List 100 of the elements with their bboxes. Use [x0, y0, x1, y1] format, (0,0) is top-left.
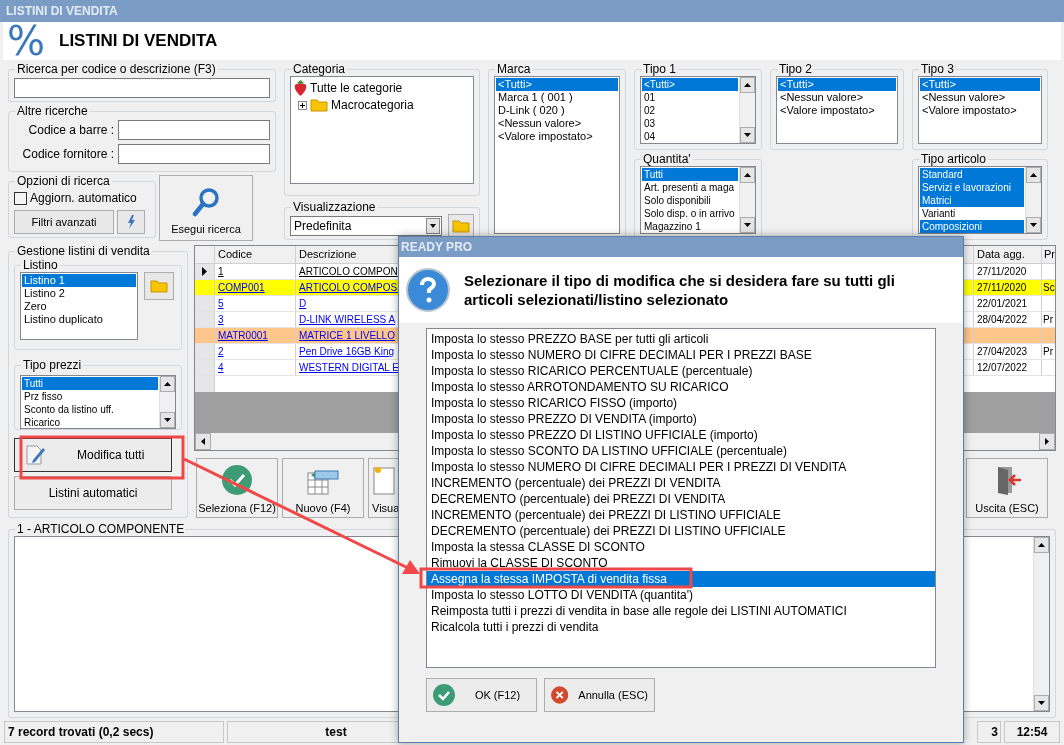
input-field[interactable]	[118, 144, 270, 164]
option-item[interactable]: DECREMENTO (percentuale) dei PREZZI DI VENDITA	[427, 491, 935, 507]
list-box[interactable]: Tutti Prz fisso Sconto da listino uff. Ricarico	[20, 375, 176, 429]
option-item[interactable]: Reimposta tutti i prezzi di vendita in base alle regole dei LISTINI AUTOMATICI	[427, 603, 935, 619]
list-item[interactable]: Tutti	[22, 377, 158, 390]
table-cell[interactable]: D-LINK WIRELESS A	[296, 312, 398, 327]
list-item[interactable]: <Nessun valore>	[496, 117, 618, 130]
tree-item[interactable]: Macrocategoria	[331, 98, 414, 112]
list-item[interactable]: Ricarico	[22, 416, 158, 428]
view-dropdown[interactable]: Predefinita	[290, 216, 442, 236]
list-item[interactable]: Zero	[22, 300, 136, 313]
toolbar-button[interactable]: Nuovo (F4)	[282, 458, 364, 518]
search-field[interactable]	[14, 78, 270, 98]
option-item[interactable]: Imposta la stessa CLASSE DI SCONTO	[427, 539, 935, 555]
table-cell[interactable]: COMP001	[215, 280, 296, 295]
lightning-button[interactable]	[117, 210, 145, 234]
option-item[interactable]: Imposta lo stesso ARROTONDAMENTO SU RICARICO	[427, 379, 935, 395]
column-header[interactable]: Pr	[1041, 246, 1055, 263]
table-cell[interactable]: 1	[215, 264, 296, 279]
list-item[interactable]: Servizi e lavorazioni	[920, 181, 1024, 194]
input-field[interactable]	[118, 120, 270, 140]
checkbox[interactable]	[14, 191, 27, 205]
table-cell[interactable]: 2	[215, 344, 296, 359]
option-item[interactable]: DECREMENTO (percentuale) dei PREZZI DI LISTINO UFFICIALE	[427, 523, 935, 539]
option-item[interactable]: Imposta lo stesso NUMERO DI CIFRE DECIMALI PER I PREZZI DI VENDITA	[427, 459, 935, 475]
column-header[interactable]: Data agg.	[973, 246, 1041, 263]
list-item[interactable]: Listino duplicato	[22, 313, 136, 326]
list-item[interactable]: <Nessun valore>	[778, 91, 896, 104]
table-cell[interactable]: WESTERN DIGITAL E	[296, 360, 398, 375]
tree-view[interactable]: Tutte le categorie Macrocategoria	[290, 76, 474, 184]
list-item[interactable]: Solo disponibili	[642, 194, 738, 207]
tree-item[interactable]: Tutte le categorie	[310, 81, 403, 95]
list-item[interactable]: <Valore impostato>	[778, 104, 896, 117]
table-cell[interactable]: 3	[215, 312, 296, 327]
list-item[interactable]: <Valore impostato>	[496, 130, 618, 143]
list-item[interactable]: <Tutti>	[496, 78, 618, 91]
column-header[interactable]: Codice	[215, 246, 296, 263]
option-item[interactable]: Rimuovi la CLASSE DI SCONTO	[427, 555, 935, 571]
list-item[interactable]: Listino 2	[22, 287, 136, 300]
list-item[interactable]: 01	[642, 91, 738, 104]
table-cell[interactable]: Pen Drive 16GB King	[296, 344, 398, 359]
scrollbar[interactable]	[739, 167, 755, 233]
advanced-filters-button[interactable]: Filtri avanzati	[14, 210, 114, 234]
list-item[interactable]: Varianti	[920, 207, 1024, 220]
option-item[interactable]: Imposta lo stesso PREZZO BASE per tutti gli articoli	[427, 331, 935, 347]
scrollbar[interactable]	[1025, 167, 1041, 233]
list-box[interactable]: Standard Servizi e lavorazioni Matrici Varianti Composizioni	[918, 166, 1042, 234]
table-cell[interactable]: MATR0001	[215, 328, 296, 343]
list-item[interactable]: Marca 1 ( 001 )	[496, 91, 618, 104]
option-item[interactable]: Imposta lo stesso SCONTO DA LISTINO UFFICIALE (percentuale)	[427, 443, 935, 459]
option-item[interactable]: Imposta lo stesso PREZZO DI VENDITA (importo)	[427, 411, 935, 427]
list-item[interactable]: 04	[642, 130, 738, 143]
list-box[interactable]: <Tutti> <Nessun valore> <Valore impostato>	[776, 76, 898, 144]
column-header[interactable]: Descrizione	[296, 246, 398, 263]
options-list[interactable]	[426, 328, 936, 668]
option-item[interactable]: Imposta lo stesso RICARICO PERCENTUALE (percentuale)	[427, 363, 935, 379]
table-cell[interactable]: MATRICE 1 LIVELLO	[296, 328, 398, 343]
list-item[interactable]: Tutti	[642, 168, 738, 181]
list-box[interactable]: Listino 1 Listino 2 Zero Listino duplicato	[20, 272, 138, 340]
option-item[interactable]: Imposta lo stesso LOTTO DI VENDITA (quantita')	[427, 587, 935, 603]
table-cell[interactable]: D	[296, 296, 398, 311]
list-item[interactable]: Magazzino 1	[642, 220, 738, 233]
scrollbar[interactable]	[1033, 537, 1049, 711]
toolbar-button[interactable]: Seleziona (F12)	[196, 458, 278, 518]
list-item[interactable]: Prz fisso	[22, 390, 158, 403]
run-search-button[interactable]: Esegui ricerca	[159, 175, 253, 241]
list-item[interactable]: <Tutti>	[920, 78, 1040, 91]
list-box[interactable]: Tutti Art. presenti a maga Solo disponibili Solo disp. o in arrivo Magazzino 1	[640, 166, 756, 234]
list-box[interactable]: <Tutti> 01 02 03 04	[640, 76, 756, 144]
option-item[interactable]: Assegna la stessa IMPOSTA di vendita fissa	[427, 571, 935, 587]
list-item[interactable]: Composizioni	[920, 220, 1024, 233]
folder-button[interactable]	[448, 214, 474, 238]
list-item[interactable]: Solo disp. o in arrivo	[642, 207, 738, 220]
row-header[interactable]	[195, 264, 215, 279]
list-item[interactable]: Art. presenti a maga	[642, 181, 738, 194]
option-item[interactable]: Imposta lo stesso NUMERO DI CIFRE DECIMALI PER I PREZZI BASE	[427, 347, 935, 363]
list-item[interactable]: D-Link ( 020 )	[496, 104, 618, 117]
option-item[interactable]: Ricalcola tutti i prezzi di vendita	[427, 619, 935, 635]
table-cell[interactable]: 5	[215, 296, 296, 311]
list-box[interactable]: <Tutti> <Nessun valore> <Valore impostato>	[918, 76, 1042, 144]
option-item[interactable]: Imposta lo stesso PREZZO DI LISTINO UFFICIALE (importo)	[427, 427, 935, 443]
edit-all-button[interactable]: Modifica tutti	[14, 438, 172, 472]
option-item[interactable]: INCREMENTO (percentuale) dei PREZZI DI LISTINO UFFICIALE	[427, 507, 935, 523]
ok-button[interactable]: OK (F12)	[426, 678, 537, 712]
auto-lists-button[interactable]: Listini automatici	[14, 476, 172, 510]
list-item[interactable]: 03	[642, 117, 738, 130]
list-item[interactable]: Matrici	[920, 194, 1024, 207]
option-item[interactable]: Imposta lo stesso RICARICO FISSO (importo)	[427, 395, 935, 411]
list-item[interactable]: <Tutti>	[642, 78, 738, 91]
list-item[interactable]: <Nessun valore>	[920, 91, 1040, 104]
list-box[interactable]: <Tutti> Marca 1 ( 001 ) D-Link ( 020 ) <Nessun valore> <Valore impostato>	[494, 76, 620, 234]
list-item[interactable]: Listino 1	[22, 274, 136, 287]
list-item[interactable]: <Valore impostato>	[920, 104, 1040, 117]
toolbar-button[interactable]: Uscita (ESC)	[966, 458, 1048, 518]
table-cell[interactable]: 4	[215, 360, 296, 375]
option-item[interactable]: INCREMENTO (percentuale) dei PREZZI DI VENDITA	[427, 475, 935, 491]
table-cell[interactable]: ARTICOLO COMPON	[296, 264, 398, 279]
list-item[interactable]: Standard	[920, 168, 1024, 181]
list-item[interactable]: Sconto da listino uff.	[22, 403, 158, 416]
scrollbar[interactable]	[159, 376, 175, 428]
